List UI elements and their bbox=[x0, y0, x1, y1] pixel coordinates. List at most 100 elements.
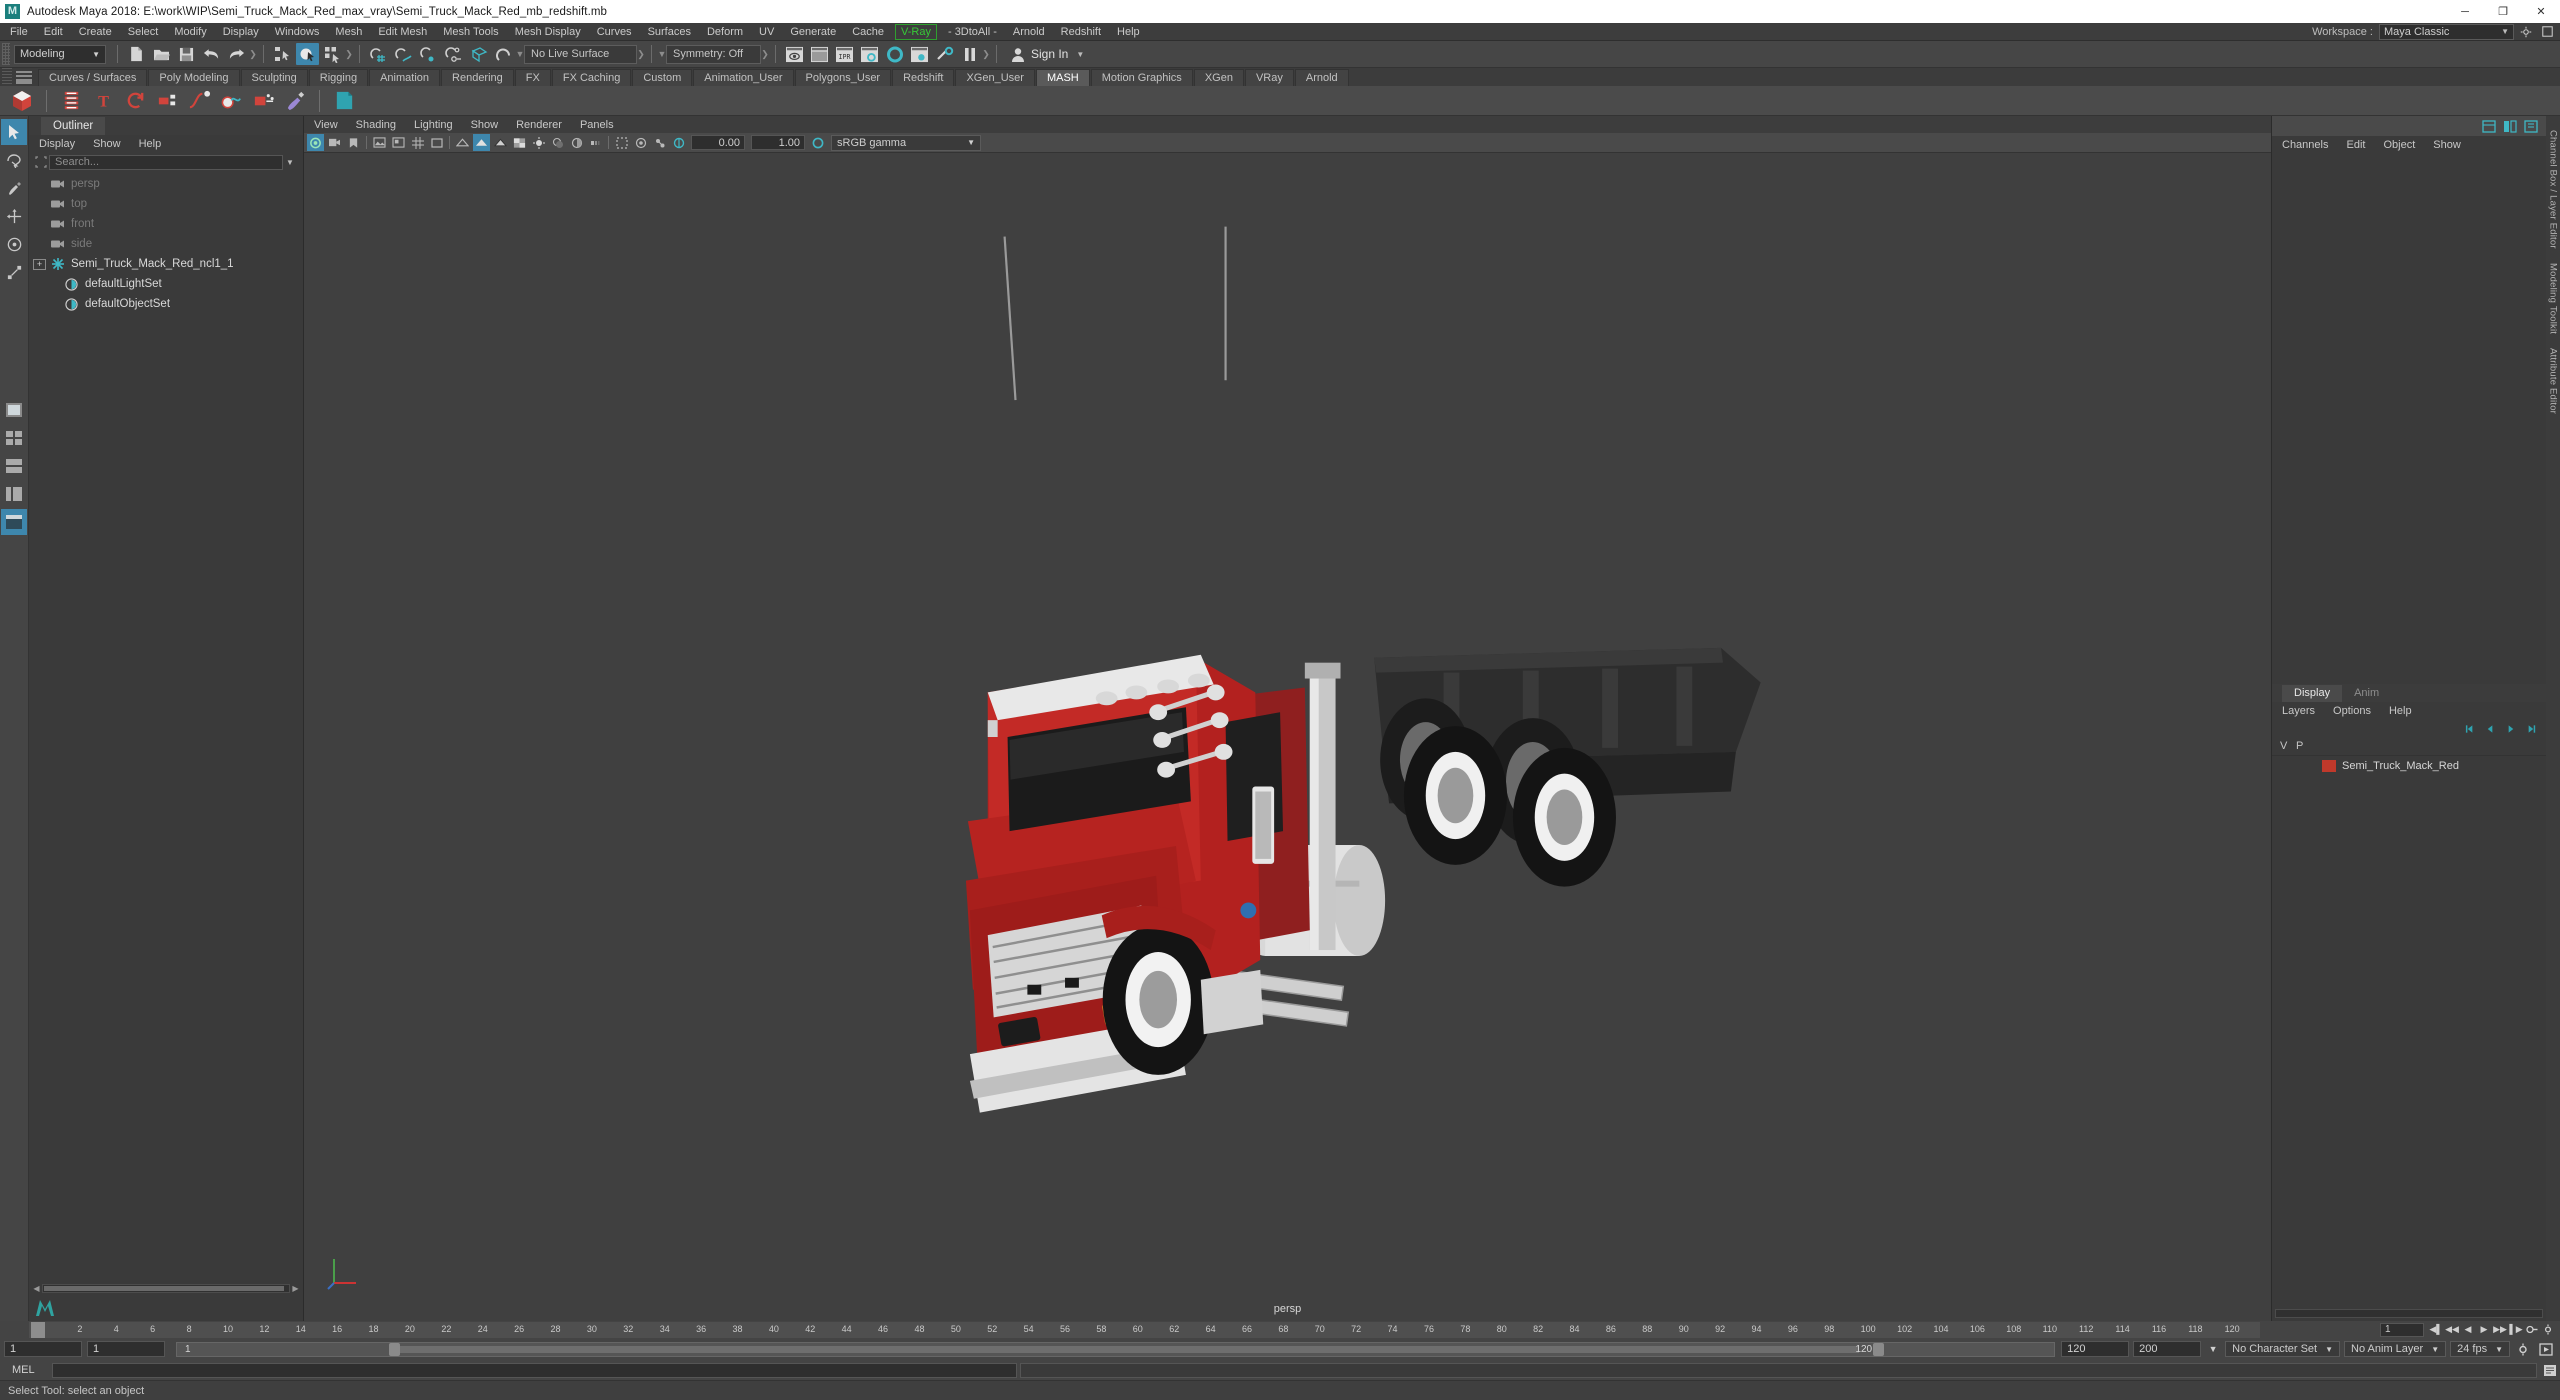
outliner-item-semi-truck[interactable]: + Semi_Truck_Mack_Red_ncl1_1 bbox=[29, 254, 303, 274]
outliner-item-persp[interactable]: persp bbox=[29, 174, 303, 194]
semi-truck-model[interactable] bbox=[304, 153, 2271, 1321]
menu-edit[interactable]: Edit bbox=[36, 23, 71, 41]
animation-preferences-button[interactable] bbox=[2513, 1341, 2533, 1358]
mash-curve-icon[interactable] bbox=[185, 87, 213, 114]
film-gate-icon[interactable] bbox=[428, 134, 445, 151]
sign-in-button[interactable]: Sign In ▼ bbox=[1003, 43, 1092, 65]
tab-display-layers[interactable]: Display bbox=[2282, 684, 2343, 702]
step-back-icon[interactable]: ◀◀ bbox=[2444, 1323, 2460, 1337]
paint-select-tool-button[interactable] bbox=[1, 175, 27, 201]
mash-dynamics-icon[interactable] bbox=[249, 87, 277, 114]
menu-mesh[interactable]: Mesh bbox=[327, 23, 370, 41]
menu-generate[interactable]: Generate bbox=[782, 23, 844, 41]
menu-create[interactable]: Create bbox=[71, 23, 120, 41]
save-scene-icon[interactable] bbox=[175, 43, 198, 65]
go-to-start-icon[interactable]: ◀▌ bbox=[2428, 1323, 2444, 1337]
toolbar-collapse-icon[interactable]: ❯ bbox=[345, 45, 353, 63]
menu-help[interactable]: Help bbox=[1109, 23, 1148, 41]
select-tool-button[interactable] bbox=[1, 119, 27, 145]
viewport-canvas[interactable]: persp bbox=[304, 153, 2271, 1321]
shelf-tab-sculpting[interactable]: Sculpting bbox=[240, 69, 308, 86]
window-expand-icon[interactable] bbox=[2538, 24, 2556, 40]
new-layer-icon[interactable] bbox=[2522, 722, 2538, 736]
auto-key-icon[interactable] bbox=[2524, 1323, 2540, 1337]
pause-render-icon[interactable] bbox=[958, 43, 981, 65]
time-slider-ruler[interactable]: 2 4 6 8 10 12 14 16 18 20 22 24 26 28 30 32 34 36 38 40 42 44… bbox=[29, 1321, 2260, 1338]
layer-color-swatch[interactable] bbox=[2322, 759, 2336, 772]
ipr-render-icon[interactable]: IPR bbox=[833, 43, 856, 65]
mash-distribute-icon[interactable] bbox=[57, 87, 85, 114]
live-surface-field[interactable]: No Live Surface bbox=[524, 44, 637, 64]
menu-display[interactable]: Display bbox=[215, 23, 267, 41]
shelf-tab-xgen[interactable]: XGen bbox=[1193, 69, 1244, 86]
outliner-tree[interactable]: persp top front side + Semi_Truck_Mack_R… bbox=[29, 171, 303, 1282]
scrollbar-track[interactable] bbox=[42, 1284, 290, 1293]
shelf-gripper[interactable] bbox=[2, 68, 12, 86]
command-input-field[interactable] bbox=[52, 1362, 1017, 1378]
shelf-menu-icon[interactable] bbox=[16, 70, 32, 84]
object-menu[interactable]: Object bbox=[2383, 139, 2415, 151]
symmetry-dropdown-icon[interactable]: ▼ bbox=[658, 45, 667, 63]
toolbar-collapse-icon[interactable]: ❯ bbox=[637, 45, 645, 63]
menu-uv[interactable]: UV bbox=[751, 23, 782, 41]
shelf-tab-redshift[interactable]: Redshift bbox=[892, 69, 955, 86]
maximize-button[interactable]: ❐ bbox=[2484, 0, 2522, 23]
bookmark-icon[interactable] bbox=[345, 134, 362, 151]
scroll-left-icon[interactable]: ◀ bbox=[31, 1284, 42, 1293]
layer-list-empty-area[interactable] bbox=[2272, 775, 2546, 1305]
hypershade-icon[interactable] bbox=[883, 43, 906, 65]
viewport-menu-lighting[interactable]: Lighting bbox=[414, 119, 453, 131]
use-default-lighting-icon[interactable] bbox=[530, 134, 547, 151]
tab-anim-layers[interactable]: Anim bbox=[2342, 685, 2391, 702]
range-field-2[interactable]: 1 bbox=[87, 1341, 165, 1357]
shelf-tab-animation[interactable]: Animation bbox=[369, 69, 441, 86]
menu-windows[interactable]: Windows bbox=[267, 23, 328, 41]
shelf-tab-mash[interactable]: MASH bbox=[1035, 69, 1090, 86]
undo-icon[interactable] bbox=[200, 43, 223, 65]
anim-layer-select[interactable]: No Anim Layer ▼ bbox=[2344, 1341, 2447, 1357]
render-diagnostics-icon[interactable] bbox=[933, 43, 956, 65]
new-scene-icon[interactable] bbox=[125, 43, 148, 65]
outliner-horizontal-scrollbar[interactable]: ◀ ▶ bbox=[29, 1282, 303, 1295]
range-slider-right-handle[interactable] bbox=[1873, 1342, 1885, 1356]
xray-icon[interactable] bbox=[632, 134, 649, 151]
play-backwards-icon[interactable]: ◀ bbox=[2460, 1323, 2476, 1337]
channels-menu[interactable]: Channels bbox=[2282, 139, 2328, 151]
shelf-tab-curves-surfaces[interactable]: Curves / Surfaces bbox=[38, 69, 148, 86]
shelf-tab-custom[interactable]: Custom bbox=[632, 69, 693, 86]
command-language-label[interactable]: MEL bbox=[4, 1364, 52, 1376]
exposure-field[interactable]: 0.00 bbox=[691, 135, 745, 150]
shelf-tab-animation-user[interactable]: Animation_User bbox=[693, 69, 794, 86]
layer-prev-icon[interactable] bbox=[2462, 722, 2478, 736]
redo-render-icon[interactable] bbox=[808, 43, 831, 65]
outliner-menu-display[interactable]: Display bbox=[39, 138, 75, 150]
character-set-select[interactable]: No Character Set ▼ bbox=[2225, 1341, 2341, 1357]
shelf-tab-xgen-user[interactable]: XGen_User bbox=[955, 69, 1035, 86]
menu-file[interactable]: File bbox=[2, 23, 36, 41]
vtab-attribute-editor[interactable]: Attribute Editor bbox=[2548, 348, 2559, 414]
fps-select[interactable]: 24 fps ▼ bbox=[2450, 1341, 2510, 1357]
wireframe-shading-icon[interactable] bbox=[454, 134, 471, 151]
range-dropdown-icon[interactable]: ▼ bbox=[2205, 1342, 2221, 1356]
snap-to-projected-center-icon[interactable] bbox=[442, 43, 465, 65]
show-menu[interactable]: Show bbox=[2433, 139, 2461, 151]
two-d-pan-zoom-icon[interactable] bbox=[390, 134, 407, 151]
toolbar-collapse-icon[interactable]: ❯ bbox=[761, 45, 769, 63]
step-forward-icon[interactable]: ▶▶ bbox=[2492, 1323, 2508, 1337]
mash-brush-icon[interactable] bbox=[281, 87, 309, 114]
playback-start-field[interactable]: 120 bbox=[2061, 1341, 2130, 1357]
shelf-tab-arnold[interactable]: Arnold bbox=[1294, 69, 1349, 86]
isolate-select-icon[interactable] bbox=[613, 134, 630, 151]
play-forwards-icon[interactable]: ▶ bbox=[2476, 1323, 2492, 1337]
quick-layout-four-button[interactable] bbox=[1, 425, 27, 451]
rotate-tool-button[interactable] bbox=[1, 231, 27, 257]
gamma-field[interactable]: 1.00 bbox=[751, 135, 805, 150]
outliner-search-input[interactable]: Search... bbox=[49, 154, 283, 170]
mash-node-icon[interactable] bbox=[330, 87, 358, 114]
menu-modify[interactable]: Modify bbox=[166, 23, 214, 41]
menu-redshift[interactable]: Redshift bbox=[1053, 23, 1109, 41]
color-space-select[interactable]: sRGB gamma ▼ bbox=[831, 134, 981, 151]
help-menu[interactable]: Help bbox=[2389, 705, 2412, 717]
shelf-tab-rigging[interactable]: Rigging bbox=[308, 69, 369, 86]
outliner-menu-help[interactable]: Help bbox=[139, 138, 162, 150]
